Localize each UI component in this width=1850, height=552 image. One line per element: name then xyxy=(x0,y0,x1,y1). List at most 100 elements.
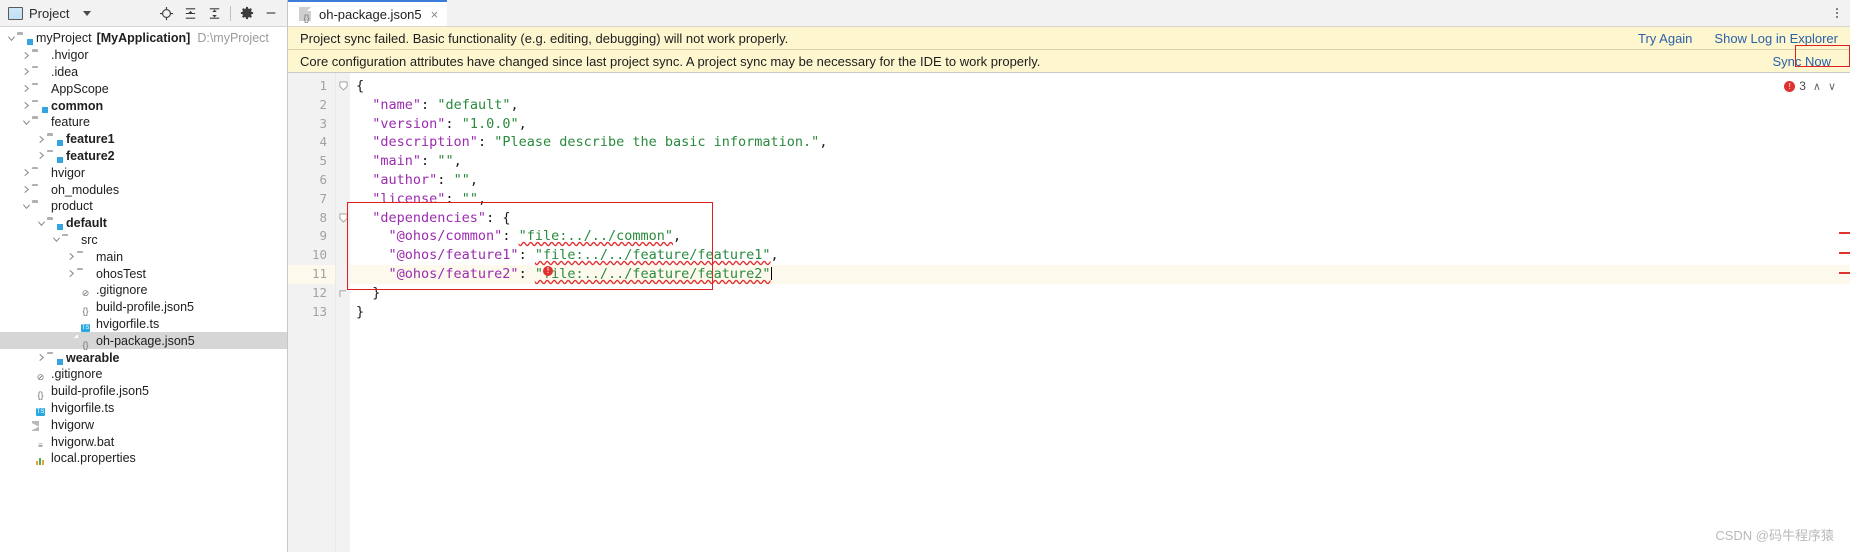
chevron-right-icon[interactable] xyxy=(66,268,77,279)
tree-item--gitignore[interactable]: ⊘ .gitignore xyxy=(0,366,287,383)
tree-item-build-profile-json5[interactable]: {} build-profile.json5 xyxy=(0,383,287,400)
tree-item-ohostest[interactable]: ohosTest xyxy=(0,265,287,282)
fold-collapse-icon[interactable] xyxy=(336,77,350,96)
line-number: 12 xyxy=(311,284,327,300)
chevron-down-icon[interactable] xyxy=(21,201,32,212)
tree-item-feature[interactable]: feature xyxy=(0,114,287,131)
chevron-right-icon[interactable] xyxy=(21,50,32,61)
tree-item--idea[interactable]: .idea xyxy=(0,64,287,81)
close-icon[interactable]: × xyxy=(431,7,439,22)
chevron-down-icon[interactable] xyxy=(6,33,17,44)
previous-problem-icon[interactable]: ∧ xyxy=(1813,80,1821,93)
more-options-icon xyxy=(1836,8,1838,18)
tree-item-feature2[interactable]: feature2 xyxy=(0,148,287,165)
chevron-down-icon[interactable] xyxy=(51,234,62,245)
tree-item-label: common xyxy=(51,98,104,113)
tree-item-main[interactable]: main xyxy=(0,248,287,265)
code-line[interactable]: "license": "", xyxy=(350,190,1850,209)
next-problem-icon[interactable]: ∨ xyxy=(1828,80,1836,93)
chevron-right-icon[interactable] xyxy=(21,83,32,94)
tree-item-common[interactable]: common xyxy=(0,97,287,114)
tree-item-wearable[interactable]: wearable xyxy=(0,349,287,366)
project-panel-header: Project xyxy=(0,0,287,27)
tree-item-myproject[interactable]: myProject [MyApplication] D:\myProject xyxy=(0,30,287,47)
code-line[interactable]: "@ohos/feature1": "file:../../feature/fe… xyxy=(350,246,1850,265)
inline-error-icon[interactable]: ! xyxy=(543,266,553,276)
chevron-right-icon[interactable] xyxy=(36,352,47,363)
tree-item-src[interactable]: src xyxy=(0,232,287,249)
project-panel-title-group[interactable]: Project xyxy=(8,6,92,21)
chevron-right-icon[interactable] xyxy=(21,100,32,111)
tree-item--hvigor[interactable]: .hvigor xyxy=(0,47,287,64)
tree-item-default[interactable]: default xyxy=(0,215,287,232)
sync-now-link[interactable]: Sync Now xyxy=(1772,54,1831,69)
show-log-in-explorer-link[interactable]: Show Log in Explorer xyxy=(1714,31,1838,46)
tree-item-build-profile-json5[interactable]: {} build-profile.json5 xyxy=(0,299,287,316)
code-token: : xyxy=(421,153,438,170)
tree-item-appscope[interactable]: AppScope xyxy=(0,80,287,97)
tabbar-overflow[interactable] xyxy=(1830,0,1850,26)
tree-item-label: local.properties xyxy=(51,451,136,466)
chevron-right-icon[interactable] xyxy=(36,150,47,161)
problem-marker[interactable] xyxy=(1839,272,1850,274)
locate-icon[interactable] xyxy=(154,2,178,25)
settings-gear-icon[interactable] xyxy=(235,2,259,25)
tree-item-product[interactable]: product xyxy=(0,198,287,215)
inspection-widget[interactable]: ! 3 ∧ ∨ xyxy=(1784,79,1836,93)
collapse-all-icon[interactable] xyxy=(202,2,226,25)
folder-icon xyxy=(62,233,77,247)
chevron-right-icon[interactable] xyxy=(21,167,32,178)
code-line[interactable]: "@ohos/feature2": "file:../../feature/fe… xyxy=(350,264,1850,284)
tree-item-hvigorfile-ts[interactable]: TS hvigorfile.ts xyxy=(0,316,287,333)
code-content[interactable]: { "name": "default", "version": "1.0.0",… xyxy=(350,73,1850,552)
code-line[interactable]: "@ohos/common": "file:../../common", xyxy=(350,227,1850,246)
code-line[interactable]: "dependencies": { xyxy=(350,209,1850,228)
code-line[interactable]: } xyxy=(350,284,1850,303)
try-again-link[interactable]: Try Again xyxy=(1638,31,1692,46)
code-editor[interactable]: 1 2 3 4 5 6 7 8 9 10 11 12 13 { "name": "default", "… xyxy=(288,73,1850,552)
code-line[interactable]: } xyxy=(350,303,1850,322)
watermark: CSDN @码牛程序猿 xyxy=(1715,528,1834,543)
code-line[interactable]: "name": "default", xyxy=(350,96,1850,115)
tree-item-hvigorfile-ts[interactable]: TS hvigorfile.ts xyxy=(0,400,287,417)
tree-item-oh-modules[interactable]: oh_modules xyxy=(0,181,287,198)
code-folding-column[interactable] xyxy=(336,73,350,552)
tree-item-hvigorw-bat[interactable]: ≡ hvigorw.bat xyxy=(0,433,287,450)
chevron-down-icon[interactable] xyxy=(21,117,32,128)
tree-item-path: D:\myProject xyxy=(197,31,269,46)
fold-collapse-icon[interactable] xyxy=(336,209,350,228)
tree-item-label: feature xyxy=(51,115,90,130)
tree-item-oh-package-json5[interactable]: {} oh-package.json5 xyxy=(0,332,287,349)
code-line[interactable]: "version": "1.0.0", xyxy=(350,115,1850,134)
problem-scrollbar-rail[interactable] xyxy=(1838,73,1850,552)
tree-item-hvigorw[interactable]: ▶ hvigorw xyxy=(0,416,287,433)
tree-item-local-properties[interactable]: local.properties xyxy=(0,450,287,467)
chevron-down-icon[interactable] xyxy=(36,218,47,229)
tree-item-label: hvigorfile.ts xyxy=(96,316,160,331)
expand-all-icon[interactable] xyxy=(178,2,202,25)
problem-marker[interactable] xyxy=(1839,232,1850,234)
fold-end-icon[interactable] xyxy=(336,284,350,303)
code-token: : xyxy=(518,247,535,264)
tree-item-hvigor[interactable]: hvigor xyxy=(0,164,287,181)
line-number: 1 xyxy=(319,78,327,93)
chevron-right-icon[interactable] xyxy=(21,66,32,77)
tab-oh-package-json5[interactable]: {} oh-package.json5 × xyxy=(288,0,448,26)
code-line[interactable]: { xyxy=(350,77,1850,96)
tree-item--gitignore[interactable]: ⊘ .gitignore xyxy=(0,282,287,299)
problem-marker[interactable] xyxy=(1839,252,1850,254)
chevron-down-icon[interactable] xyxy=(83,10,92,16)
file-ts-icon: TS xyxy=(36,407,45,416)
tree-item-feature1[interactable]: feature1 xyxy=(0,131,287,148)
error-count-badge[interactable]: ! 3 xyxy=(1784,79,1806,93)
chevron-right-icon[interactable] xyxy=(66,251,77,262)
hide-panel-icon[interactable] xyxy=(259,2,283,25)
code-line[interactable]: "main": "", xyxy=(350,152,1850,171)
chevron-right-icon[interactable] xyxy=(21,184,32,195)
chevron-right-icon[interactable] xyxy=(36,134,47,145)
code-line[interactable]: "description": "Please describe the basi… xyxy=(350,133,1850,152)
code-line[interactable]: "author": "", xyxy=(350,171,1850,190)
notification-message: Project sync failed. Basic functionality… xyxy=(300,30,789,46)
editor-tabbar: {} oh-package.json5 × xyxy=(288,0,1850,27)
